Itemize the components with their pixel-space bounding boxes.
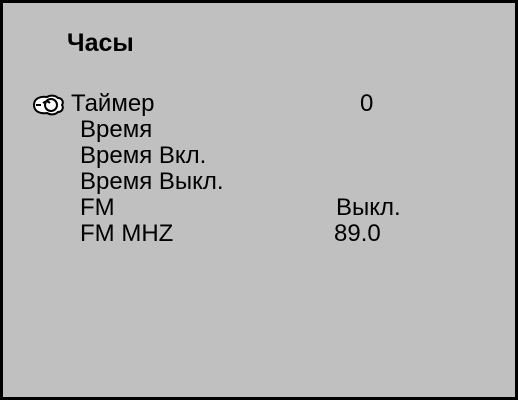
- clock-settings-osd: Часы Таймер 0 Время Время Вкл. Время Вык…: [0, 0, 518, 400]
- menu-item-time-off[interactable]: Время Выкл.: [3, 169, 515, 195]
- menu-item-label: Время Вкл.: [80, 142, 207, 169]
- menu-item-value: Выкл.: [336, 194, 401, 221]
- menu-item-label: Время: [80, 116, 153, 143]
- menu-item-label: Время Выкл.: [80, 168, 224, 195]
- menu-item-value: 0: [360, 90, 374, 117]
- cursor-pointer-icon: [32, 94, 64, 116]
- menu-item-timer[interactable]: Таймер 0: [3, 91, 515, 117]
- menu-item-label: FM MHZ: [80, 220, 174, 247]
- page-title: Часы: [67, 29, 134, 57]
- menu-item-time-on[interactable]: Время Вкл.: [3, 143, 515, 169]
- menu-item-label: FM: [80, 194, 115, 221]
- settings-menu: Таймер 0 Время Время Вкл. Время Выкл. FM…: [3, 91, 515, 247]
- menu-item-time[interactable]: Время: [3, 117, 515, 143]
- menu-item-value: 89.0: [334, 220, 381, 247]
- menu-item-label: Таймер: [71, 90, 155, 117]
- menu-item-fm[interactable]: FM Выкл.: [3, 195, 515, 221]
- menu-item-fm-mhz[interactable]: FM MHZ 89.0: [3, 221, 515, 247]
